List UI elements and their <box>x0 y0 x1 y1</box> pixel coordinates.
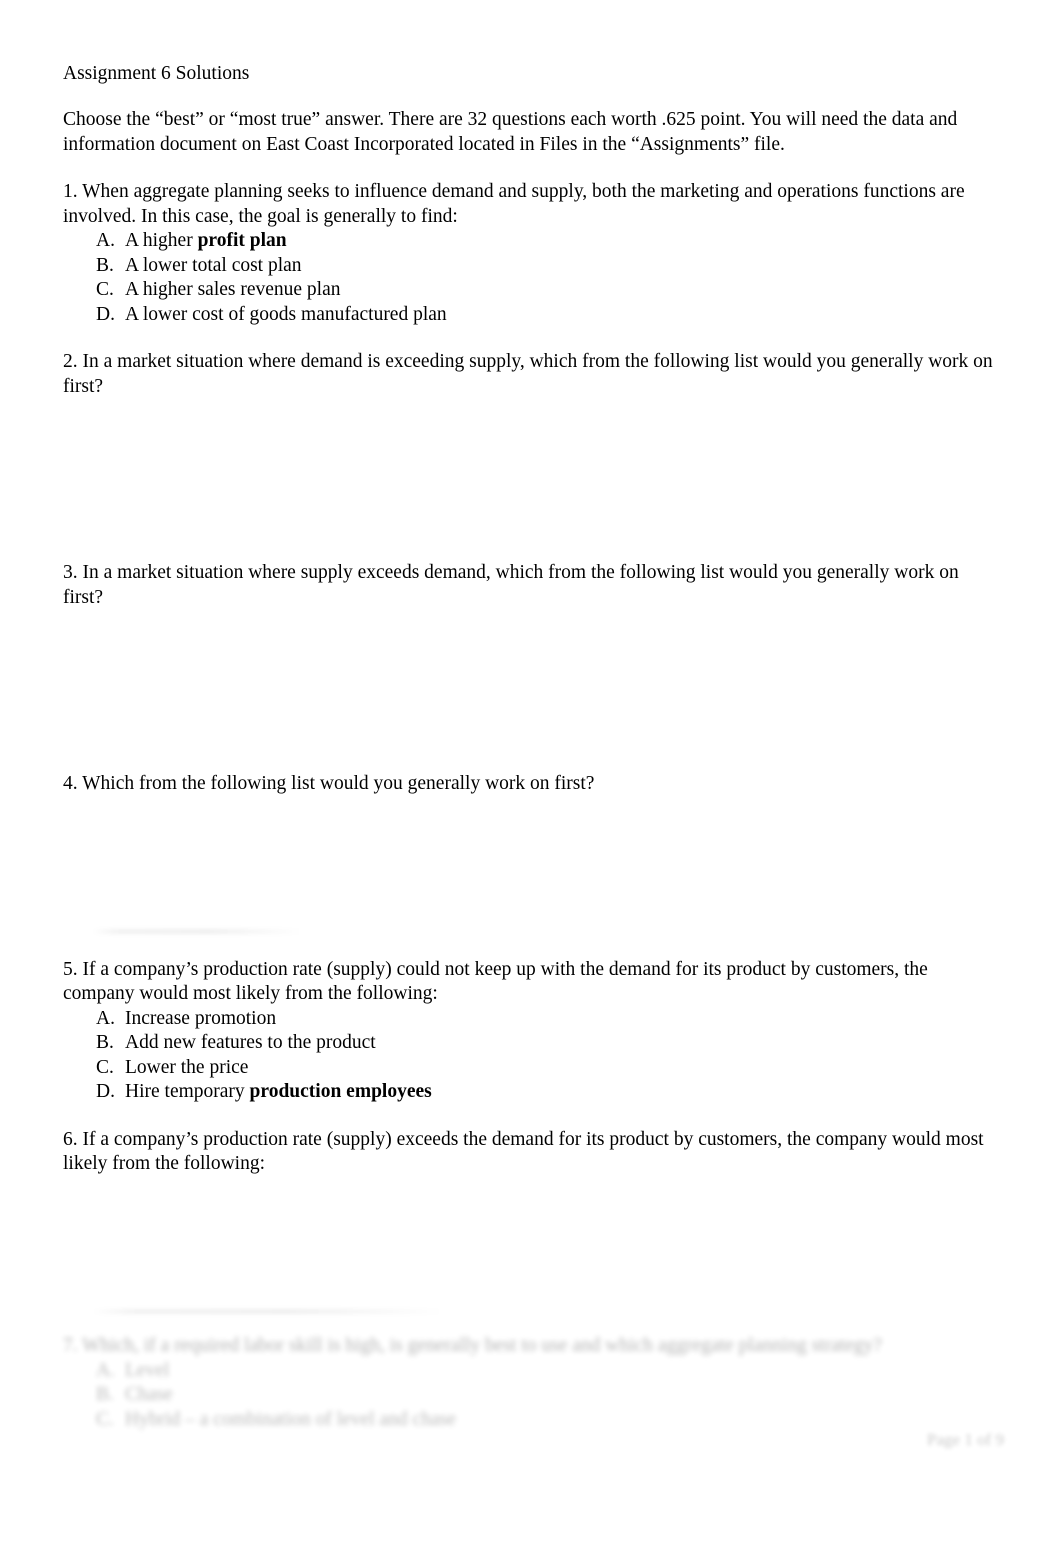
question-block-1: 1. When aggregate planning seeks to infl… <box>63 180 1001 327</box>
question-text-5: 5. If a company’s production rate (suppl… <box>63 958 928 1005</box>
question-text-1: 1. When aggregate planning seeks to infl… <box>63 181 965 227</box>
title-spacer <box>63 85 1001 108</box>
option-letter-5a: A. <box>96 1007 115 1029</box>
option-letter-5c: C. <box>96 1056 114 1078</box>
option-item-5b[interactable]: B. Add new features to the product <box>63 1031 1001 1056</box>
question-block-2: 2. In a market situation where demand is… <box>63 350 1001 561</box>
option-letter-1c: C. <box>96 279 114 300</box>
option-letter-7b: B. <box>96 1384 114 1405</box>
option-answer-1a: profit plan <box>197 230 287 251</box>
option-text-7b: Chase <box>125 1384 173 1405</box>
intro-spacer <box>63 157 1001 180</box>
question-text-7: 7. Which, if a required labor skill is h… <box>63 1335 882 1356</box>
option-text-5b: Add new features to the product <box>125 1032 376 1053</box>
option-text-1a: A higher <box>125 230 198 251</box>
question-text-4: 4. Which from the following list would y… <box>63 773 595 794</box>
question-block-5: 5. If a company’s production rate (suppl… <box>63 958 1001 1105</box>
option-answer-5d: production employees <box>249 1081 432 1102</box>
option-item-5a[interactable]: A. Increase promotion <box>63 1007 1001 1032</box>
document-body: Assignment 6 Solutions Choose the “best”… <box>63 62 1001 1317</box>
question-block-6: 6. If a company’s production rate (suppl… <box>63 1128 1001 1317</box>
answer-area-4 <box>63 797 1001 958</box>
intro-paragraph: Choose the “best” or “most true” answer.… <box>63 109 958 155</box>
option-text-1b: A lower total cost plan <box>125 254 302 276</box>
option-item-1c[interactable]: C. A higher sales revenue plan <box>63 278 1001 303</box>
ghost-remnant-q6 <box>92 1310 447 1313</box>
option-text-5a: Increase promotion <box>125 1007 277 1029</box>
option-item-7c[interactable]: C. Hybrid – a combination of level and ch… <box>63 1408 1001 1433</box>
question-text-6: 6. If a company’s production rate (suppl… <box>63 1128 984 1175</box>
option-text-5c: Lower the price <box>125 1056 249 1078</box>
question-block-3: 3. In a market situation where supply ex… <box>63 561 1001 772</box>
q5-spacer <box>63 1105 1001 1128</box>
option-item-7b[interactable]: B. Chase <box>63 1383 1001 1408</box>
option-text-5d: Hire temporary <box>125 1081 250 1102</box>
option-letter-7a: A. <box>96 1359 115 1381</box>
option-item-1b[interactable]: B. A lower total cost plan <box>63 254 1001 279</box>
question-text-2: 2. In a market situation where demand is… <box>63 351 993 397</box>
answer-area-2 <box>63 399 1001 561</box>
option-text-7c: Hybrid – a combination of level and chas… <box>125 1408 456 1430</box>
option-text-1c: A higher sales revenue plan <box>125 279 341 300</box>
option-letter-5b: B. <box>96 1032 114 1053</box>
option-text-7a: Level <box>125 1359 170 1381</box>
option-letter-7c: C. <box>96 1408 114 1430</box>
option-letter-1b: B. <box>96 254 114 276</box>
option-letter-5d: D. <box>96 1081 115 1102</box>
answer-area-6 <box>63 1177 1001 1317</box>
q1-spacer <box>63 327 1001 350</box>
document-page: Assignment 6 Solutions Choose the “best”… <box>0 0 1062 1556</box>
option-text-1d: A lower cost of goods manufactured plan <box>125 303 447 325</box>
question-block-7: 7. Which, if a required labor skill is h… <box>63 1334 1001 1432</box>
option-item-5d[interactable]: D. Hire temporary production employees <box>63 1080 1001 1105</box>
option-letter-1d: D. <box>96 303 115 325</box>
question-text-3: 3. In a market situation where supply ex… <box>63 562 959 608</box>
options-list-5: A. Increase promotion B. Add new features … <box>63 1007 1001 1105</box>
answer-area-3 <box>63 610 1001 772</box>
option-item-1a[interactable]: A. A higher profit plan <box>63 229 1001 254</box>
ghost-remnant-q4 <box>92 930 304 933</box>
page-footer: Page 1 of 9 <box>927 1430 1004 1449</box>
option-item-1d[interactable]: D. A lower cost of goods manufactured pla… <box>63 303 1001 328</box>
option-letter-1a: A. <box>96 230 115 251</box>
option-item-7a[interactable]: A. Level <box>63 1359 1001 1384</box>
options-list-7: A. Level B. Chase C. Hybrid – a combination… <box>63 1359 1001 1433</box>
options-list-1: A. A higher profit plan B. A lower total c… <box>63 229 1001 327</box>
option-item-5c[interactable]: C. Lower the price <box>63 1056 1001 1081</box>
page-title: Assignment 6 Solutions <box>63 63 250 84</box>
